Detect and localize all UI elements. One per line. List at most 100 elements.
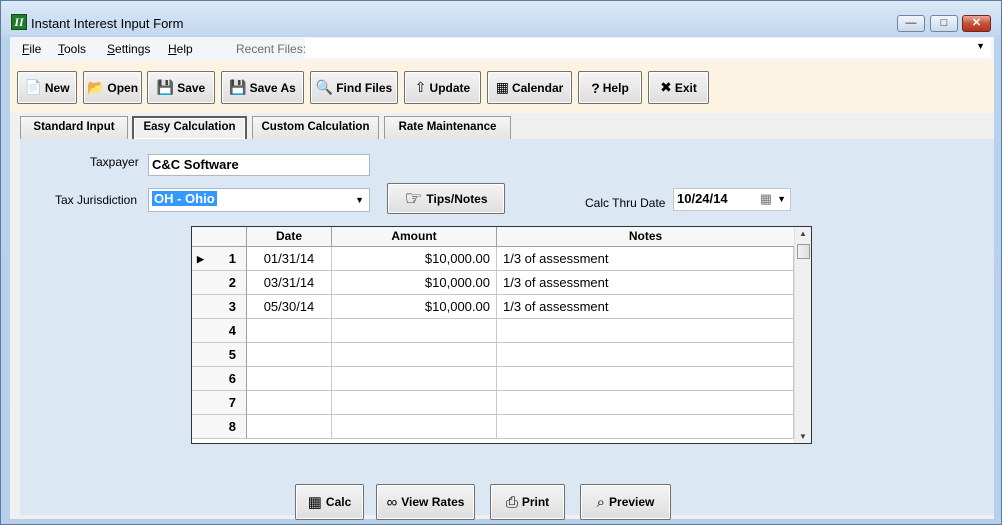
- amount-cell[interactable]: [332, 391, 497, 415]
- close-button[interactable]: ✕: [962, 15, 991, 32]
- row-header[interactable]: 6: [192, 367, 247, 391]
- row-header[interactable]: ▶ 1: [192, 247, 247, 271]
- scrollbar-thumb[interactable]: [797, 244, 810, 259]
- menu-settings[interactable]: Settings: [107, 42, 150, 56]
- toolbar: 📄 New 📂 Open 💾 Save 💾 Save As 🔍 Find Fil…: [10, 61, 994, 113]
- table-row[interactable]: 7: [192, 391, 794, 415]
- grid-header-amount[interactable]: Amount: [332, 227, 497, 247]
- save-as-icon: 💾: [229, 79, 247, 95]
- date-cell[interactable]: [247, 367, 332, 391]
- notes-cell[interactable]: [497, 391, 794, 415]
- menu-file-label: ile: [29, 42, 42, 56]
- view-rates-button[interactable]: ∞ View Rates: [376, 484, 475, 520]
- date-cell[interactable]: [247, 415, 332, 439]
- menu-help[interactable]: Help: [168, 42, 193, 56]
- amount-cell[interactable]: $10,000.00: [332, 271, 497, 295]
- new-button[interactable]: 📄 New: [17, 71, 77, 104]
- table-row[interactable]: 8: [192, 415, 794, 439]
- calendar-button[interactable]: ▦ Calendar: [487, 71, 572, 104]
- grid-header-date[interactable]: Date: [247, 227, 332, 247]
- table-row[interactable]: 3 05/30/14 $10,000.00 1/3 of assessment: [192, 295, 794, 319]
- row-header[interactable]: 2: [192, 271, 247, 295]
- row-header[interactable]: 8: [192, 415, 247, 439]
- table-row[interactable]: 4: [192, 319, 794, 343]
- row-header[interactable]: 7: [192, 391, 247, 415]
- tab-strip: Standard Input Easy Calculation Custom C…: [10, 113, 994, 140]
- window-title: Instant Interest Input Form: [31, 16, 184, 31]
- maximize-button[interactable]: □: [930, 15, 958, 32]
- notes-cell[interactable]: [497, 343, 794, 367]
- exit-button-label: Exit: [674, 80, 697, 95]
- main-content: Standard Input Easy Calculation Custom C…: [10, 113, 994, 520]
- print-button[interactable]: ⎙ Print: [490, 484, 565, 520]
- save-as-button[interactable]: 💾 Save As: [221, 71, 304, 104]
- calculator-icon: ▦: [307, 494, 322, 511]
- notes-cell[interactable]: 1/3 of assessment: [497, 271, 794, 295]
- menu-tools[interactable]: Tools: [58, 42, 86, 56]
- table-row[interactable]: 5: [192, 343, 794, 367]
- taxpayer-label: Taxpayer: [90, 155, 139, 169]
- date-cell[interactable]: [247, 391, 332, 415]
- print-button-label: Print: [521, 495, 550, 509]
- tax-jurisdiction-select[interactable]: OH - Ohio ▼: [148, 188, 370, 212]
- title-bar[interactable]: II Instant Interest Input Form — □ ✕: [1, 1, 1001, 35]
- notes-cell[interactable]: 1/3 of assessment: [497, 247, 794, 271]
- menu-file[interactable]: File: [22, 42, 41, 56]
- notes-cell[interactable]: 1/3 of assessment: [497, 295, 794, 319]
- grid-header-notes[interactable]: Notes: [497, 227, 794, 247]
- preview-button[interactable]: ⌕ Preview: [580, 484, 671, 520]
- date-cell[interactable]: 05/30/14: [247, 295, 332, 319]
- scroll-up-icon[interactable]: ▲: [799, 229, 807, 238]
- row-header[interactable]: 4: [192, 319, 247, 343]
- scroll-down-icon[interactable]: ▼: [799, 432, 807, 441]
- amount-cell[interactable]: [332, 367, 497, 391]
- exit-button[interactable]: ✖ Exit: [648, 71, 709, 104]
- chevron-down-icon[interactable]: ▼: [355, 195, 364, 205]
- save-button[interactable]: 💾 Save: [147, 71, 215, 104]
- table-row[interactable]: ▶ 1 01/31/14 $10,000.00 1/3 of assessmen…: [192, 247, 794, 271]
- tab-custom-calculation[interactable]: Custom Calculation: [252, 116, 379, 139]
- tab-rate-maintenance[interactable]: Rate Maintenance: [384, 116, 511, 139]
- calendar-icon[interactable]: ▦: [760, 191, 772, 207]
- amount-cell[interactable]: [332, 319, 497, 343]
- date-cell[interactable]: 01/31/14: [247, 247, 332, 271]
- exit-x-icon: ✖: [660, 79, 672, 95]
- open-button[interactable]: 📂 Open: [83, 71, 142, 104]
- amount-cell[interactable]: [332, 415, 497, 439]
- notes-cell[interactable]: [497, 319, 794, 343]
- notes-cell[interactable]: [497, 367, 794, 391]
- chevron-down-icon[interactable]: ▼: [777, 194, 786, 204]
- date-cell[interactable]: [247, 343, 332, 367]
- tab-standard-input[interactable]: Standard Input: [20, 116, 128, 139]
- payments-grid[interactable]: Date Amount Notes ▶ 1 01/31/14 $10,000.0…: [191, 226, 812, 444]
- calc-button[interactable]: ▦ Calc: [295, 484, 364, 520]
- chevron-down-icon[interactable]: ▼: [976, 41, 985, 51]
- save-icon: 💾: [156, 79, 175, 95]
- date-cell[interactable]: [247, 319, 332, 343]
- calc-thru-date-label: Calc Thru Date: [585, 196, 666, 210]
- calc-thru-date-value: 10/24/14: [677, 191, 728, 206]
- amount-cell[interactable]: [332, 343, 497, 367]
- update-arrow-icon: ⇧: [414, 79, 427, 95]
- date-cell[interactable]: 03/31/14: [247, 271, 332, 295]
- tax-jurisdiction-label: Tax Jurisdiction: [55, 193, 138, 207]
- update-button[interactable]: ⇧ Update: [404, 71, 481, 104]
- tips-notes-button[interactable]: ☞ Tips/Notes: [387, 183, 505, 214]
- recent-files-combo[interactable]: ▼: [305, 38, 991, 58]
- calc-thru-date-picker[interactable]: 10/24/14 ▦ ▼: [673, 188, 791, 211]
- taxpayer-field[interactable]: C&C Software: [148, 154, 370, 176]
- notes-cell[interactable]: [497, 415, 794, 439]
- tab-easy-calculation[interactable]: Easy Calculation: [132, 116, 247, 139]
- row-header[interactable]: 5: [192, 343, 247, 367]
- help-button[interactable]: ? Help: [578, 71, 642, 104]
- amount-cell[interactable]: $10,000.00: [332, 247, 497, 271]
- printer-icon: ⎙: [505, 493, 518, 511]
- table-row[interactable]: 2 03/31/14 $10,000.00 1/3 of assessment: [192, 271, 794, 295]
- table-row[interactable]: 6: [192, 367, 794, 391]
- amount-cell[interactable]: $10,000.00: [332, 295, 497, 319]
- grid-vertical-scrollbar[interactable]: ▲ ▼: [794, 227, 811, 443]
- app-window: II Instant Interest Input Form — □ ✕ Fil…: [0, 0, 1002, 525]
- find-files-button[interactable]: 🔍 Find Files: [310, 71, 398, 104]
- row-header[interactable]: 3: [192, 295, 247, 319]
- minimize-button[interactable]: —: [897, 15, 925, 32]
